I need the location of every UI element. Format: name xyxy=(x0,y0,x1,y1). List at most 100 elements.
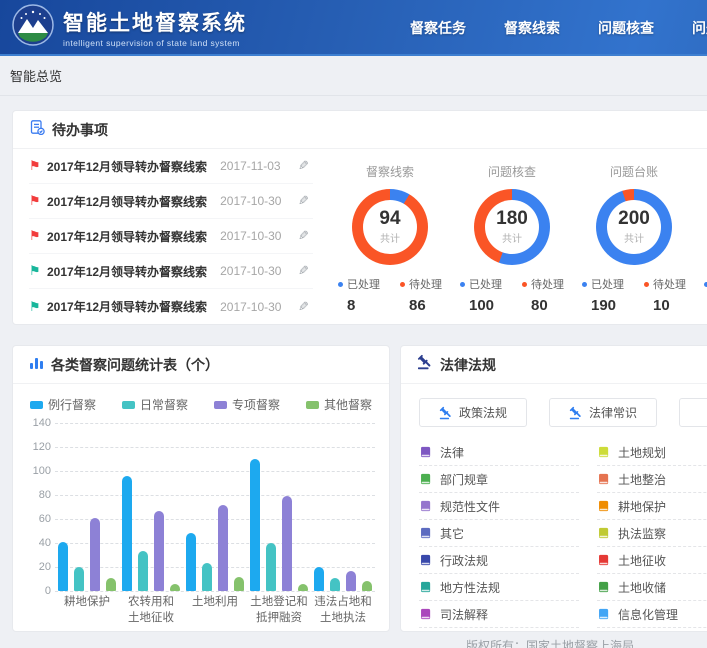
law-category-item[interactable]: 土地规划 xyxy=(597,439,707,466)
law-category-item[interactable]: 地方性法规 xyxy=(419,574,579,601)
law-category-item[interactable]: 司法解释 xyxy=(419,601,579,628)
book-icon xyxy=(419,581,432,594)
law-filter-button[interactable] xyxy=(679,398,707,427)
donut-chart[interactable]: 180 共计 xyxy=(474,189,550,265)
footer-copyright: 版权所有：国家土地督察上海局 xyxy=(400,637,700,648)
bar-专项督察[interactable] xyxy=(346,571,356,591)
todo-title: 待办事项 xyxy=(52,120,108,140)
donut-block: 督察任务 已处理 175 待处理 xyxy=(695,163,707,324)
legend-swatch-icon xyxy=(30,401,43,409)
book-icon xyxy=(419,500,432,513)
law-category-item[interactable]: 规范性文件 xyxy=(419,493,579,520)
law-category-item[interactable]: 土地整治 xyxy=(597,466,707,493)
processed-stat: 已处理 100 xyxy=(460,276,502,314)
todo-item[interactable]: ⚑ 2017年12月领导转办督察线索 2017-10-30 ✎ xyxy=(29,254,313,289)
legend-item[interactable]: 其他督察 xyxy=(306,396,372,413)
bar-专项督察[interactable] xyxy=(282,496,292,591)
processed-dot-icon xyxy=(582,282,587,287)
edit-icon[interactable]: ✎ xyxy=(298,299,309,315)
bar-例行督察[interactable] xyxy=(122,476,132,591)
bar-例行督察[interactable] xyxy=(58,542,68,591)
bar-其他督察[interactable] xyxy=(170,584,180,591)
donut-total-label: 共计 xyxy=(624,230,644,245)
bar-例行督察[interactable] xyxy=(314,567,324,591)
brand-titles: 智能土地督察系统 intelligent supervision of stat… xyxy=(63,7,247,48)
legend-item[interactable]: 日常督察 xyxy=(122,396,188,413)
todo-item-date: 2017-10-30 xyxy=(220,194,292,208)
y-tick-label: 20 xyxy=(23,561,51,573)
law-category-item[interactable]: 信息化管理 xyxy=(597,601,707,628)
bar-group xyxy=(311,423,375,591)
law-category-item[interactable]: 土地征收 xyxy=(597,547,707,574)
todo-item[interactable]: ⚑ 2017年12月领导转办督察线索 2017-10-30 ✎ xyxy=(29,289,313,324)
donut-chart[interactable]: 200 共计 xyxy=(596,189,672,265)
x-axis-label: 违法占地和 土地执法 xyxy=(311,595,375,626)
bar-专项督察[interactable] xyxy=(154,511,164,591)
law-category-item[interactable]: 执法监察 xyxy=(597,520,707,547)
bar-例行督察[interactable] xyxy=(250,459,260,591)
todo-item-text: 2017年12月领导转办督察线索 xyxy=(47,193,220,210)
flag-icon: ⚑ xyxy=(29,228,47,244)
law-category-item[interactable]: 行政法规 xyxy=(419,547,579,574)
nav-item[interactable]: 问题台账 xyxy=(692,18,707,38)
processed-stat: 已处理 190 xyxy=(582,276,624,314)
bar-其他督察[interactable] xyxy=(106,578,116,591)
nav-item[interactable]: 问题核查 xyxy=(598,18,654,38)
donut-row: 督察线索 94 共计 已处理 8 待处理 86 问题核查 180 共计 xyxy=(313,149,707,324)
law-category-item[interactable]: 土地收储 xyxy=(597,574,707,601)
main-nav: 督察任务 督察线索 问题核查 问题台账 xyxy=(410,0,707,56)
law-category-item[interactable]: 法律 xyxy=(419,439,579,466)
legend-swatch-icon xyxy=(122,401,135,409)
law-filter-button[interactable]: 政策法规 xyxy=(419,398,527,427)
law-filter-button[interactable]: 法律常识 xyxy=(549,398,657,427)
edit-icon[interactable]: ✎ xyxy=(298,193,309,209)
nav-item[interactable]: 督察任务 xyxy=(410,18,466,38)
todo-item[interactable]: ⚑ 2017年12月领导转办督察线索 2017-11-03 ✎ xyxy=(29,149,313,184)
bar-日常督察[interactable] xyxy=(202,563,212,591)
law-category-item[interactable]: 其它 xyxy=(419,520,579,547)
app-subtitle: intelligent supervision of state land sy… xyxy=(63,38,247,48)
bar-专项督察[interactable] xyxy=(90,518,100,591)
chart-title: 各类督察问题统计表（个） xyxy=(51,355,219,375)
legend-item[interactable]: 例行督察 xyxy=(30,396,96,413)
nav-item[interactable]: 督察线索 xyxy=(504,18,560,38)
bar-group xyxy=(247,423,311,591)
donut-block: 问题台账 200 共计 已处理 190 待处理 10 xyxy=(573,163,695,324)
policy-gavel-icon xyxy=(439,406,453,420)
todo-item-text: 2017年12月领导转办督察线索 xyxy=(47,158,220,175)
x-axis-label: 土地登记和 抵押融资 xyxy=(247,595,311,626)
todo-item-date: 2017-10-30 xyxy=(220,229,292,243)
bar-例行督察[interactable] xyxy=(186,533,196,591)
edit-icon[interactable]: ✎ xyxy=(298,158,309,174)
flag-icon: ⚑ xyxy=(29,299,47,315)
bar-日常督察[interactable] xyxy=(330,578,340,591)
law-buttons: 政策法规 法律常识 xyxy=(401,384,707,433)
book-icon xyxy=(597,446,610,459)
edit-icon[interactable]: ✎ xyxy=(298,263,309,279)
todo-clipboard-icon xyxy=(29,119,45,140)
bar-其他督察[interactable] xyxy=(298,584,308,591)
todo-card: 待办事项 ⚑ 2017年12月领导转办督察线索 2017-11-03 ✎ ⚑ 2… xyxy=(12,110,707,325)
todo-item[interactable]: ⚑ 2017年12月领导转办督察线索 2017-10-30 ✎ xyxy=(29,184,313,219)
gavel-icon xyxy=(417,354,433,375)
legend-item[interactable]: 专项督察 xyxy=(214,396,280,413)
bar-专项督察[interactable] xyxy=(218,505,228,591)
edit-icon[interactable]: ✎ xyxy=(298,228,309,244)
bar-其他督察[interactable] xyxy=(362,581,372,591)
pending-stat: 待处理 80 xyxy=(522,276,564,314)
donut-total: 94 xyxy=(379,209,400,228)
legend-swatch-icon xyxy=(306,401,319,409)
law-category-item[interactable]: 部门规章 xyxy=(419,466,579,493)
bar-group xyxy=(183,423,247,591)
todo-item[interactable]: ⚑ 2017年12月领导转办督察线索 2017-10-30 ✎ xyxy=(29,219,313,254)
bar-日常督察[interactable] xyxy=(74,567,84,591)
gridline xyxy=(55,591,375,592)
todo-item-date: 2017-10-30 xyxy=(220,264,292,278)
breadcrumb: 智能总览 xyxy=(10,66,62,85)
chart-card: 各类督察问题统计表（个） 例行督察 日常督察 专项督察 其他督察 耕地保护农转用… xyxy=(12,345,390,632)
bar-其他督察[interactable] xyxy=(234,577,244,591)
law-category-item[interactable]: 耕地保护 xyxy=(597,493,707,520)
donut-chart[interactable]: 94 共计 xyxy=(352,189,428,265)
bar-日常督察[interactable] xyxy=(138,551,148,591)
bar-日常督察[interactable] xyxy=(266,543,276,591)
